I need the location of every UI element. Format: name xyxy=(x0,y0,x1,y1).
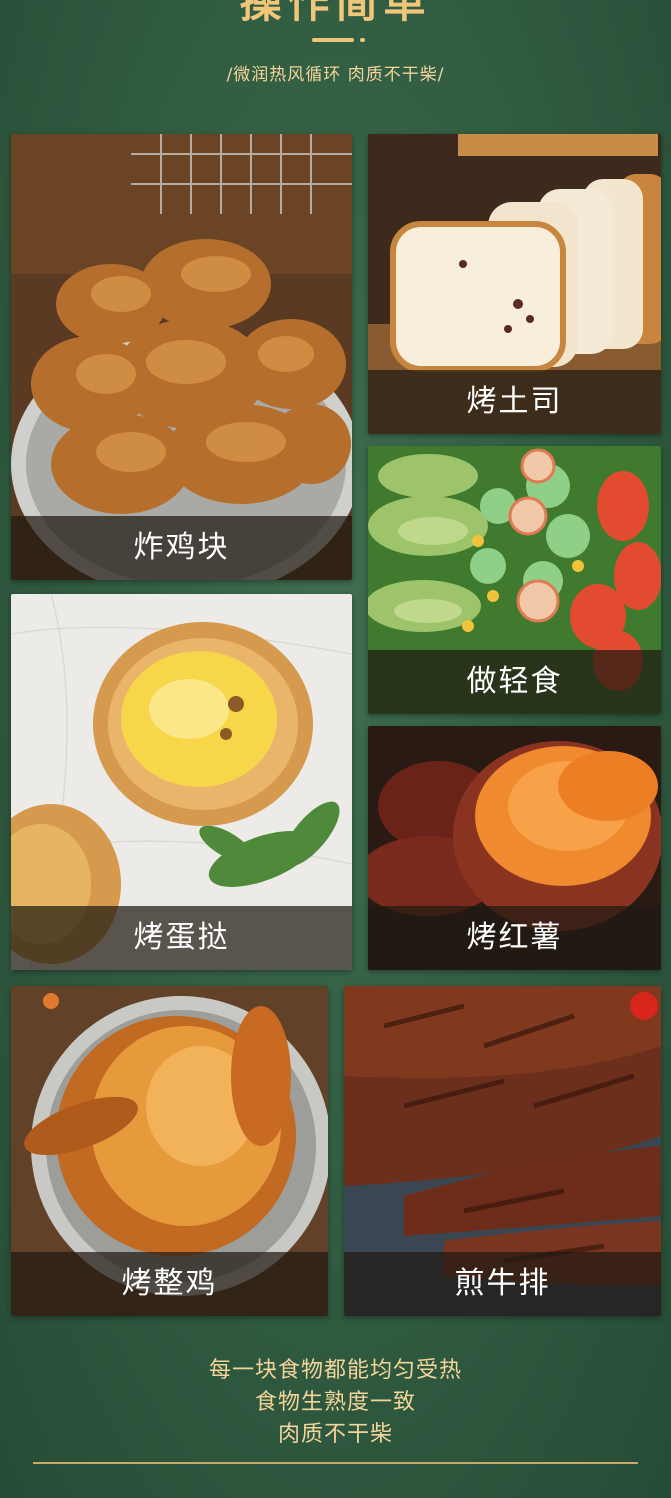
footer-line-3: 肉质不干柴 xyxy=(277,1422,393,1447)
food-label: 炸鸡块 xyxy=(11,516,352,580)
footer-line-2: 食物生熟度一致 xyxy=(254,1390,416,1415)
footer-divider xyxy=(33,1462,638,1464)
food-card-fried-chicken: 炸鸡块 xyxy=(11,134,352,580)
food-card-salad: 做轻食 xyxy=(368,446,661,714)
title-underline xyxy=(312,38,354,42)
footer-line-1: 每一块食物都能均匀受热 xyxy=(208,1358,462,1383)
page-title: 操作简单 xyxy=(239,0,432,27)
food-label: 烤整鸡 xyxy=(11,1252,328,1316)
food-card-egg-tart: 烤蛋挞 xyxy=(11,594,352,970)
food-label: 烤土司 xyxy=(368,370,661,434)
fried-chicken-photo xyxy=(11,134,352,580)
food-label: 煎牛排 xyxy=(344,1252,661,1316)
food-card-sweet-potato: 烤红薯 xyxy=(368,726,661,970)
food-card-roast-chicken: 烤整鸡 xyxy=(11,986,328,1316)
food-label: 烤红薯 xyxy=(368,906,661,970)
food-label: 做轻食 xyxy=(368,650,661,714)
page-subtitle: /微润热风循环 肉质不干柴/ xyxy=(226,65,445,85)
food-label: 烤蛋挞 xyxy=(11,906,352,970)
title-underline-dot xyxy=(360,38,365,42)
food-card-toast: 烤土司 xyxy=(368,134,661,434)
food-card-steak: 煎牛排 xyxy=(344,986,661,1316)
